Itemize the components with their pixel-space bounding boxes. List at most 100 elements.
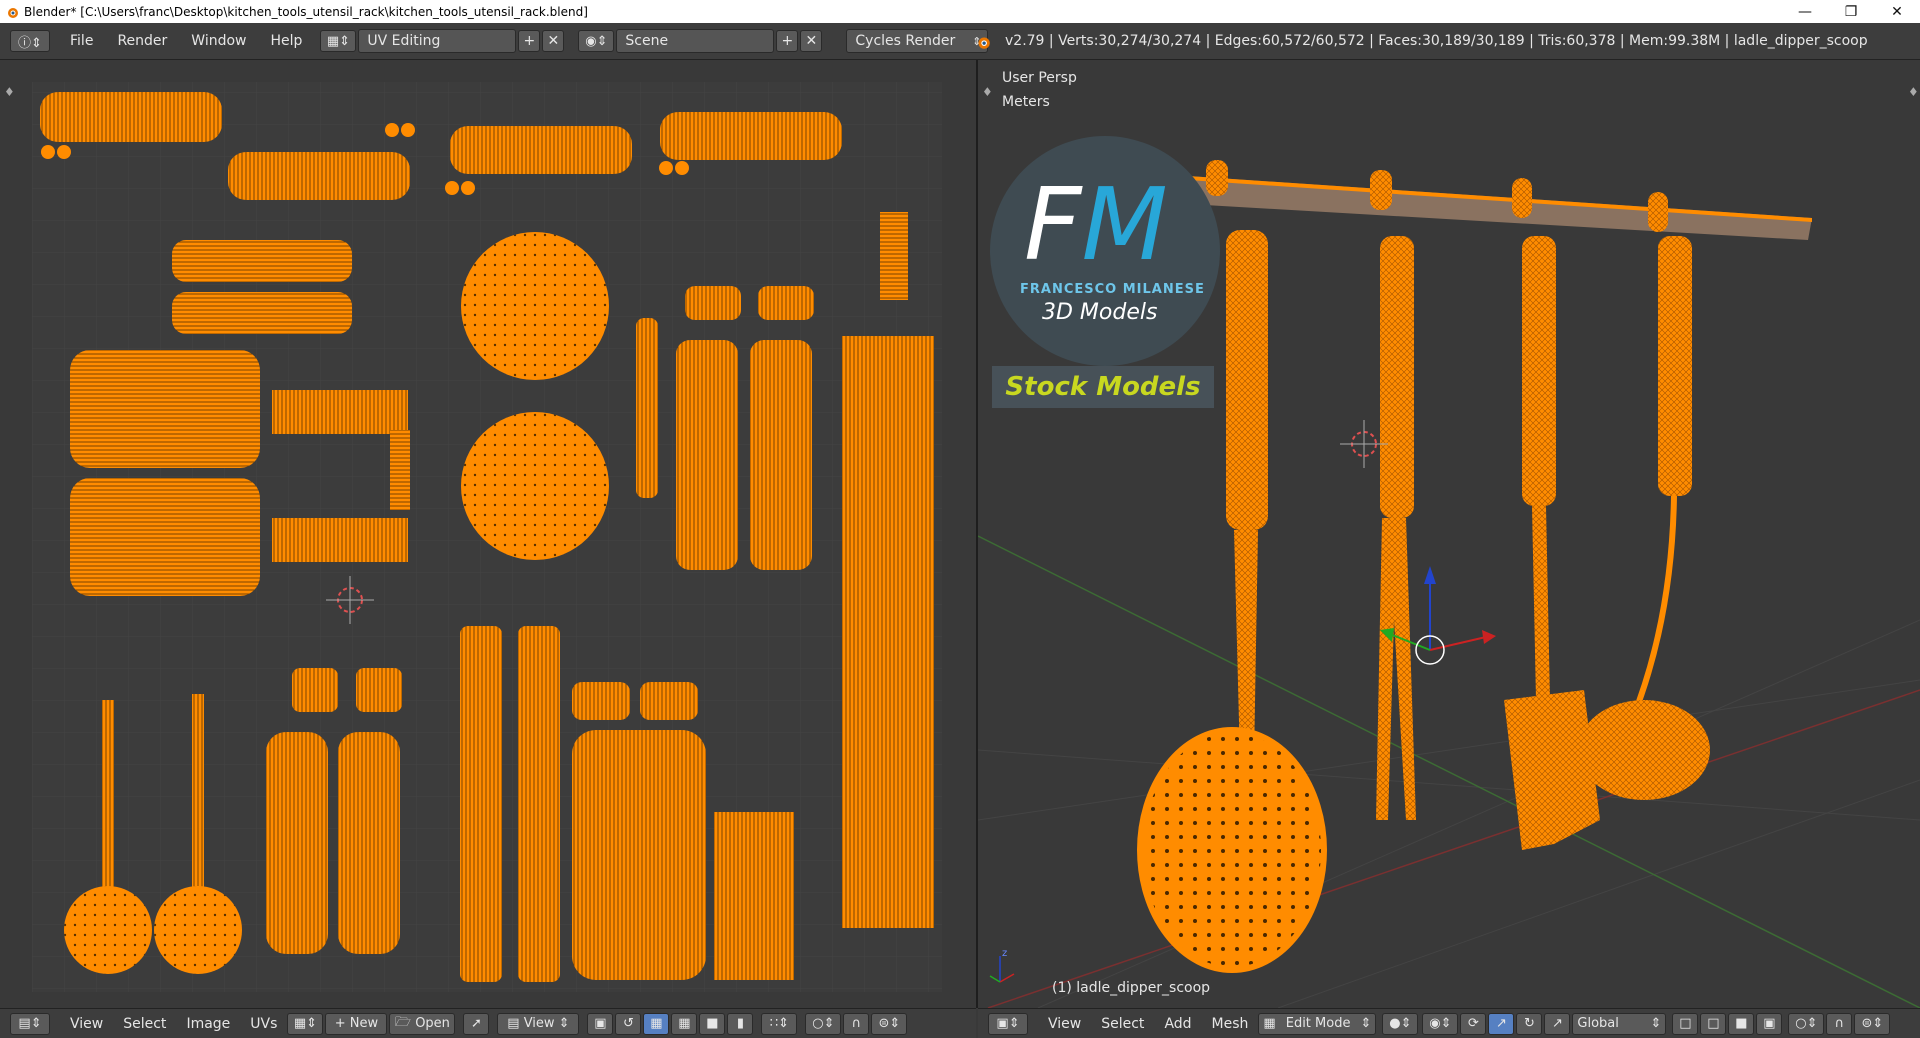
snap-icon: ⊜⇕: [878, 1016, 901, 1031]
open-label: Open: [415, 1016, 450, 1031]
proportional-edit-dropdown[interactable]: ○⇕: [1788, 1012, 1825, 1035]
sync-icon: ↺: [622, 1016, 634, 1031]
dropdown-arrows-icon: ⇕: [554, 1016, 570, 1031]
translate-manipulator-button[interactable]: ↗: [1488, 1012, 1515, 1035]
transform-orientation-dropdown[interactable]: Global ⇕: [1572, 1012, 1667, 1035]
edge-icon: ▦: [678, 1016, 691, 1031]
select-vertex-button[interactable]: ▦: [643, 1012, 670, 1035]
toolshelf-toggle-icon: ♦: [982, 85, 993, 99]
uv-menu-view[interactable]: View: [60, 1016, 113, 1032]
menu-render[interactable]: Render: [105, 33, 179, 49]
sticky-icon: ∷⇕: [769, 1016, 789, 1031]
image-browse-button[interactable]: ▦⇕: [287, 1012, 324, 1035]
vp-menu-add[interactable]: Add: [1154, 1016, 1201, 1032]
magnet-icon: ∩: [851, 1016, 862, 1031]
snap-element-dropdown[interactable]: ⊜⇕: [1854, 1012, 1891, 1035]
logo-brand: FRANCESCO MILANESE: [1020, 282, 1205, 297]
close-x-icon: ✕: [805, 33, 818, 49]
layout-grid-icon: ▦⇕: [326, 33, 350, 49]
uv-mode-dropdown[interactable]: ▤ View ⇕: [497, 1012, 580, 1035]
delete-screen-button[interactable]: ✕: [542, 30, 565, 52]
uv-canvas[interactable]: ♦: [0, 60, 976, 1008]
image-editor-icon: ▤⇕: [18, 1016, 42, 1031]
plus-icon: +: [781, 33, 794, 49]
window-title: Blender* [C:\Users\franc\Desktop\kitchen…: [24, 4, 588, 19]
edit-mode-icon: ▦: [1263, 1016, 1276, 1031]
scale-icon: ↗: [1551, 1016, 1563, 1031]
proportional-icon: ○⇕: [812, 1016, 835, 1031]
uv-menu-uvs[interactable]: UVs: [240, 1016, 287, 1032]
rotate-icon: ↻: [1523, 1016, 1535, 1031]
screen-layout-field[interactable]: UV Editing: [358, 29, 517, 53]
unit-system: Meters: [1002, 94, 1050, 110]
editor-type-button[interactable]: ▤⇕: [10, 1012, 50, 1035]
select-face-button[interactable]: ■: [699, 1012, 726, 1035]
new-image-button[interactable]: + New: [325, 1012, 388, 1035]
close-x-icon: ✕: [547, 33, 560, 49]
uv-image-editor[interactable]: ♦: [0, 60, 976, 1008]
menu-file[interactable]: File: [58, 33, 105, 49]
scene-icon: ◉⇕: [585, 33, 608, 49]
logo-letter-f: F: [1024, 166, 1082, 283]
add-screen-button[interactable]: +: [518, 30, 541, 52]
view-mode-icon: ▤: [507, 1016, 524, 1031]
face-select-icon: ■: [1735, 1016, 1748, 1031]
vp-menu-select[interactable]: Select: [1091, 1016, 1154, 1032]
blender-logo-icon: [8, 7, 18, 18]
render-engine-dropdown[interactable]: Cycles Render ⇕: [846, 29, 989, 53]
menu-window[interactable]: Window: [179, 33, 258, 49]
viewport-header: ▣⇕ View Select Add Mesh ▦ Edit Mode ⇕ ●⇕ ◉…: [978, 1008, 1920, 1038]
snap-toggle-button[interactable]: ∩: [843, 1012, 870, 1035]
manipulator-toggle-button[interactable]: ⟳: [1460, 1012, 1487, 1035]
pin-image-button[interactable]: ➚: [463, 1012, 490, 1035]
uv-editor-header: ▤⇕ View Select Image UVs ▦⇕ + New 🗁 Open…: [0, 1008, 976, 1038]
minimize-button[interactable]: —: [1782, 0, 1828, 23]
dropdown-arrows-icon: ⇕: [1360, 1016, 1372, 1031]
logo-letter-m: M: [1081, 166, 1168, 283]
pivot-icon: ◉⇕: [1429, 1016, 1452, 1031]
pivot-button[interactable]: ▣: [587, 1012, 614, 1035]
select-island-button[interactable]: ▮: [727, 1012, 754, 1035]
scene-browse-button[interactable]: ◉⇕: [578, 30, 615, 52]
select-vertex-mode-button[interactable]: □: [1672, 1012, 1699, 1035]
island-icon: ▮: [736, 1016, 744, 1031]
select-edge-mode-button[interactable]: □: [1700, 1012, 1727, 1035]
add-scene-button[interactable]: +: [776, 30, 799, 52]
uv-menu-image[interactable]: Image: [176, 1016, 240, 1032]
sync-selection-button[interactable]: ↺: [615, 1012, 642, 1035]
open-image-button[interactable]: 🗁 Open: [389, 1012, 456, 1035]
snap-element-dropdown[interactable]: ⊜⇕: [871, 1012, 908, 1035]
rotate-manipulator-button[interactable]: ↻: [1516, 1012, 1543, 1035]
proportional-edit-dropdown[interactable]: ○⇕: [805, 1012, 842, 1035]
viewport-shading-dropdown[interactable]: ●⇕: [1382, 1012, 1419, 1035]
scene-statistics: v2.79 | Verts:30,274/30,274 | Edges:60,5…: [1005, 33, 1868, 49]
scene-field[interactable]: Scene: [616, 29, 775, 53]
maximize-button[interactable]: ❐: [1828, 0, 1874, 23]
interaction-mode-label: Edit Mode: [1285, 1016, 1351, 1031]
sticky-mode-dropdown[interactable]: ∷⇕: [761, 1012, 798, 1035]
vp-menu-view[interactable]: View: [1038, 1016, 1091, 1032]
properties-toggle-icon: ♦: [1908, 85, 1919, 99]
pin-icon: ➚: [470, 1016, 482, 1031]
snap-icon: ⊜⇕: [1861, 1016, 1884, 1031]
blender-logo-icon: [978, 37, 990, 49]
scene-name: Scene: [625, 33, 669, 49]
uv-menu-select[interactable]: Select: [113, 1016, 176, 1032]
vertex-icon: ▦: [650, 1016, 663, 1031]
delete-scene-button[interactable]: ✕: [800, 30, 823, 52]
editor-type-info-button[interactable]: ⓘ⇕: [10, 30, 50, 52]
pivot-point-dropdown[interactable]: ◉⇕: [1422, 1012, 1459, 1035]
scale-manipulator-button[interactable]: ↗: [1544, 1012, 1571, 1035]
editor-type-button[interactable]: ▣⇕: [988, 1012, 1028, 1035]
interaction-mode-dropdown[interactable]: ▦ Edit Mode ⇕: [1258, 1012, 1377, 1035]
uv-mode-label: View: [523, 1016, 555, 1031]
vp-menu-mesh[interactable]: Mesh: [1202, 1016, 1259, 1032]
select-edge-button[interactable]: ▦: [671, 1012, 698, 1035]
menu-help[interactable]: Help: [258, 33, 314, 49]
limit-selection-button[interactable]: ▣: [1756, 1012, 1783, 1035]
magnet-icon: ∩: [1834, 1016, 1845, 1031]
snap-toggle-button[interactable]: ∩: [1826, 1012, 1853, 1035]
screen-layout-browse-button[interactable]: ▦⇕: [320, 30, 357, 52]
select-face-mode-button[interactable]: ■: [1728, 1012, 1755, 1035]
close-button[interactable]: ✕: [1874, 0, 1920, 23]
